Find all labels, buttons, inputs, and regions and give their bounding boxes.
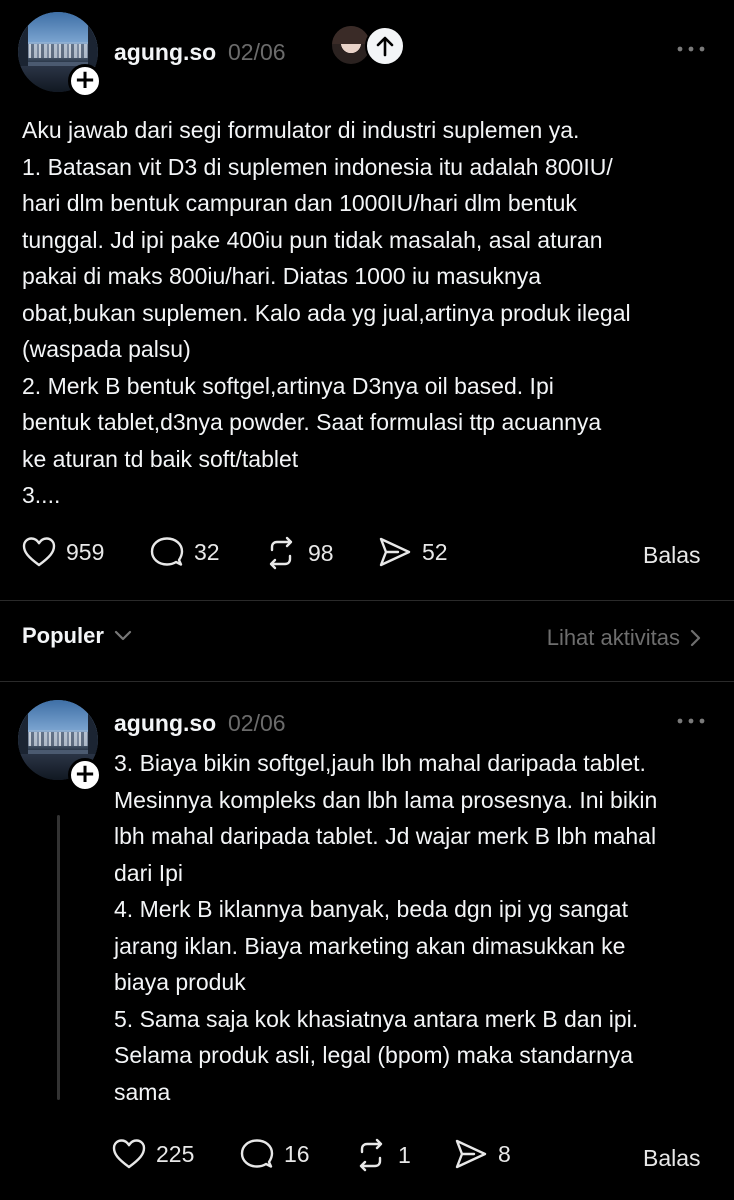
repost-icon — [359, 1138, 383, 1172]
follow-plus-icon[interactable]: + — [68, 64, 102, 98]
chevron-down-icon — [114, 630, 132, 641]
post-date: 02/06 — [228, 710, 286, 736]
share-button[interactable]: 52 — [378, 536, 448, 568]
like-button[interactable]: 959 — [22, 536, 104, 568]
post-body-text: Aku jawab dari segi formulator di indust… — [22, 117, 631, 508]
heart-icon — [112, 1139, 146, 1169]
like-button[interactable]: 225 — [112, 1138, 194, 1170]
share-count: 8 — [498, 1140, 511, 1167]
sort-dropdown[interactable]: Populer — [22, 623, 132, 649]
post-body-text: 3. Biaya bikin softgel,jauh lbh mahal da… — [114, 750, 658, 1105]
comment-count: 32 — [194, 538, 220, 565]
send-icon — [379, 537, 411, 567]
share-count: 52 — [422, 538, 448, 565]
like-count: 225 — [156, 1140, 195, 1167]
author-username[interactable]: agung.so — [114, 710, 216, 737]
divider — [0, 681, 734, 682]
view-activity-label: Lihat aktivitas — [546, 625, 680, 650]
chevron-right-icon — [690, 629, 701, 647]
comment-button[interactable]: 16 — [240, 1138, 310, 1170]
follow-plus-icon[interactable]: + — [68, 758, 102, 792]
repost-button[interactable]: 1 — [354, 1138, 411, 1172]
more-dots-icon[interactable] — [676, 33, 706, 61]
view-activity-link[interactable]: Lihat aktivitas — [547, 625, 702, 651]
repost-button[interactable]: 98 — [264, 536, 334, 570]
share-button[interactable]: 8 — [454, 1138, 511, 1170]
author-username[interactable]: agung.so — [114, 39, 216, 66]
send-icon — [455, 1139, 487, 1169]
like-count: 959 — [66, 538, 105, 565]
thread-line — [57, 815, 60, 1100]
repost-count: 98 — [308, 539, 334, 566]
post-date: 02/06 — [228, 39, 286, 65]
reply-button[interactable]: Balas — [643, 542, 701, 569]
heart-icon — [22, 537, 56, 567]
repost-count: 1 — [398, 1141, 411, 1168]
divider — [0, 600, 734, 601]
comment-bubble-icon — [150, 537, 184, 566]
comment-button[interactable]: 32 — [150, 536, 220, 568]
scroll-up-arrow-icon[interactable] — [365, 26, 405, 66]
comment-bubble-icon — [240, 1139, 274, 1168]
repost-icon — [269, 536, 293, 570]
more-dots-icon[interactable] — [676, 705, 706, 733]
comment-count: 16 — [284, 1140, 310, 1167]
sort-label: Populer — [22, 623, 104, 648]
reply-button[interactable]: Balas — [643, 1145, 701, 1172]
